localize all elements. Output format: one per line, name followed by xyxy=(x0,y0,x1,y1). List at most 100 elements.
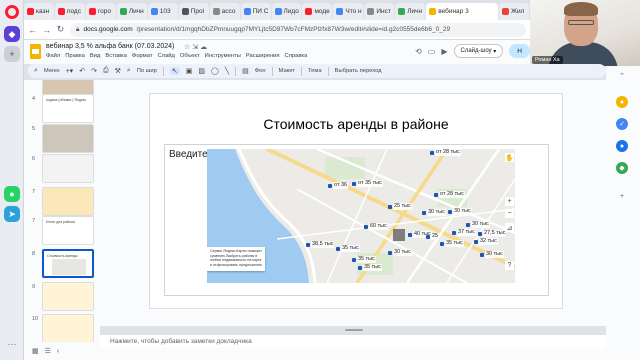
map-pin-icon[interactable] xyxy=(440,242,444,246)
slide-thumbnail[interactable]: Итоги для района xyxy=(42,216,94,245)
browser-tab[interactable]: ассо xyxy=(209,3,240,20)
back-icon[interactable]: ← xyxy=(28,25,37,35)
slides-logo-icon[interactable] xyxy=(30,44,41,59)
browser-tab[interactable]: Личн xyxy=(395,3,426,20)
image-icon[interactable]: ▨ xyxy=(198,67,205,75)
map-pin-icon[interactable] xyxy=(306,243,310,247)
map-pin-icon[interactable] xyxy=(422,211,426,215)
share-button[interactable]: Н xyxy=(509,44,530,58)
filmstrip-slide[interactable]: 7 Итоги для района xyxy=(28,216,98,246)
shape-icon[interactable]: ◯ xyxy=(211,67,219,75)
menu-item[interactable]: Формат xyxy=(132,53,153,59)
browser-tab[interactable]: Лидо xyxy=(271,3,302,20)
menu-item[interactable]: Вставка xyxy=(105,53,127,59)
browser-tab[interactable]: казн xyxy=(24,3,54,20)
filmstrip-view-icon[interactable]: ☰ xyxy=(45,347,51,355)
map-pin-icon[interactable] xyxy=(478,232,482,236)
browser-tab[interactable]: ПИ С xyxy=(240,3,271,20)
speaker-notes[interactable]: Нажмите, чтобы добавить заметки докладчи… xyxy=(100,334,606,348)
map-pin-icon[interactable] xyxy=(352,258,356,262)
slide-thumbnail[interactable] xyxy=(42,282,94,311)
redo-icon[interactable]: ↷ xyxy=(91,67,97,75)
select-tool-icon[interactable]: ↖ xyxy=(169,67,180,75)
map-pin-icon[interactable] xyxy=(336,247,340,251)
map-pin-icon[interactable] xyxy=(430,151,434,155)
map-pin-icon[interactable] xyxy=(480,253,484,257)
map-pin-icon[interactable] xyxy=(452,231,456,235)
add-slide-icon[interactable]: +▾ xyxy=(66,67,74,75)
slide-thumbnail[interactable]: подача (объявл.) Яндекс xyxy=(42,94,94,123)
notes-resize-handle[interactable] xyxy=(345,329,363,331)
aria-icon[interactable]: ◆ xyxy=(4,26,20,42)
menu-item[interactable]: Объект xyxy=(180,53,200,59)
slide-thumbnail[interactable] xyxy=(42,187,94,216)
map-pin-icon[interactable] xyxy=(434,193,438,197)
whatsapp-icon[interactable]: ● xyxy=(4,186,20,202)
menu-item[interactable]: Инструменты xyxy=(205,53,241,59)
text-box-icon[interactable]: ▣ xyxy=(186,67,193,75)
slide-thumbnail[interactable] xyxy=(42,314,94,342)
filmstrip-slide[interactable]: 10 xyxy=(28,314,98,342)
collapse-icon[interactable]: ⌃ xyxy=(616,70,628,82)
transition-button[interactable]: Выбрать переход xyxy=(335,68,382,74)
history-icon[interactable]: ⟲ xyxy=(415,47,422,56)
slide-thumbnail[interactable]: Стоимость аренды xyxy=(42,249,94,278)
slide-thumbnail[interactable] xyxy=(42,154,94,183)
map-pin-icon[interactable] xyxy=(474,240,478,244)
cloud-icon[interactable]: ☁ xyxy=(200,44,209,51)
video-call-icon[interactable]: ▶ xyxy=(441,47,447,56)
browser-tab[interactable]: Инст xyxy=(364,3,395,20)
menu-item[interactable]: Справка xyxy=(285,53,308,59)
maps-icon[interactable]: ◆ xyxy=(616,162,628,174)
add-addon-icon[interactable]: + xyxy=(616,190,628,202)
contacts-icon[interactable]: ● xyxy=(616,140,628,152)
more-icon[interactable]: ⋯ xyxy=(4,336,20,352)
browser-tab[interactable]: подс xyxy=(54,3,85,20)
collapse-left-icon[interactable]: ‹ xyxy=(57,348,59,355)
grid-view-icon[interactable]: ▦ xyxy=(32,347,39,355)
telegram-icon[interactable]: ➤ xyxy=(4,206,20,222)
slideshow-button[interactable]: Слайд-шоу ▾ xyxy=(453,44,504,58)
move-icon[interactable]: ⇲ xyxy=(192,44,200,51)
current-slide[interactable]: Стоимость аренды в районе Введите Сервис… xyxy=(150,94,562,308)
menu-item[interactable]: Расширения xyxy=(246,53,280,59)
browser-tab[interactable]: 103 xyxy=(147,3,178,20)
search-icon[interactable]: ⌕ xyxy=(34,67,38,75)
filmstrip-slide[interactable]: 8 Стоимость аренды xyxy=(28,249,98,279)
map-zoom-in-icon[interactable]: + xyxy=(505,197,514,206)
menu-item[interactable]: Файл xyxy=(46,53,60,59)
print-icon[interactable]: ⎙ xyxy=(103,67,109,75)
zoom-icon[interactable]: ⌕ xyxy=(127,67,131,75)
line-icon[interactable]: ╲ xyxy=(225,67,229,75)
undo-icon[interactable]: ↶ xyxy=(79,67,85,75)
layout-button[interactable]: Макет xyxy=(279,68,295,74)
slide-thumbnail[interactable] xyxy=(42,124,94,153)
slide-title[interactable]: Стоимость аренды в районе xyxy=(150,116,562,132)
map-screenshot[interactable]: Сервис Яндекс.Карты поможет сравнить Выб… xyxy=(207,149,515,283)
menu-search-label[interactable]: Меню xyxy=(44,68,60,74)
document-title[interactable]: вебинар 3,5 % альфа банк (07.03.2024) xyxy=(46,43,174,50)
map-pin-icon[interactable] xyxy=(448,210,452,214)
tasks-icon[interactable]: ✓ xyxy=(616,118,628,130)
browser-tab[interactable]: Что н xyxy=(333,3,364,20)
map-help-icon[interactable]: ? xyxy=(505,261,514,270)
filmstrip-slide[interactable]: 7 xyxy=(28,187,98,217)
map-zoom-out-icon[interactable]: − xyxy=(505,209,514,218)
menu-item[interactable]: Правка xyxy=(65,53,85,59)
filmstrip-slide[interactable]: 6 xyxy=(28,154,98,184)
filmstrip-slide[interactable]: 9 xyxy=(28,282,98,312)
map-pin-icon[interactable] xyxy=(364,225,368,229)
comment-add-icon[interactable]: ▤ xyxy=(242,67,249,75)
url-field[interactable]: 🔒︎ docs.google.com/presentation/d/1mgqhD… xyxy=(70,22,526,37)
opera-logo-icon[interactable] xyxy=(5,5,19,19)
browser-tab[interactable]: моде xyxy=(302,3,333,20)
map-pin-icon[interactable] xyxy=(388,251,392,255)
filmstrip-slide[interactable]: 5 xyxy=(28,124,98,154)
map-pin-icon[interactable] xyxy=(408,233,412,237)
map-pin-icon[interactable] xyxy=(358,266,362,270)
reload-icon[interactable]: ↻ xyxy=(56,24,65,35)
forward-icon[interactable]: → xyxy=(42,25,51,35)
add-icon[interactable]: + xyxy=(4,46,20,62)
paint-format-icon[interactable]: ⚒ xyxy=(115,67,121,75)
menu-item[interactable]: Слайд xyxy=(158,53,175,59)
